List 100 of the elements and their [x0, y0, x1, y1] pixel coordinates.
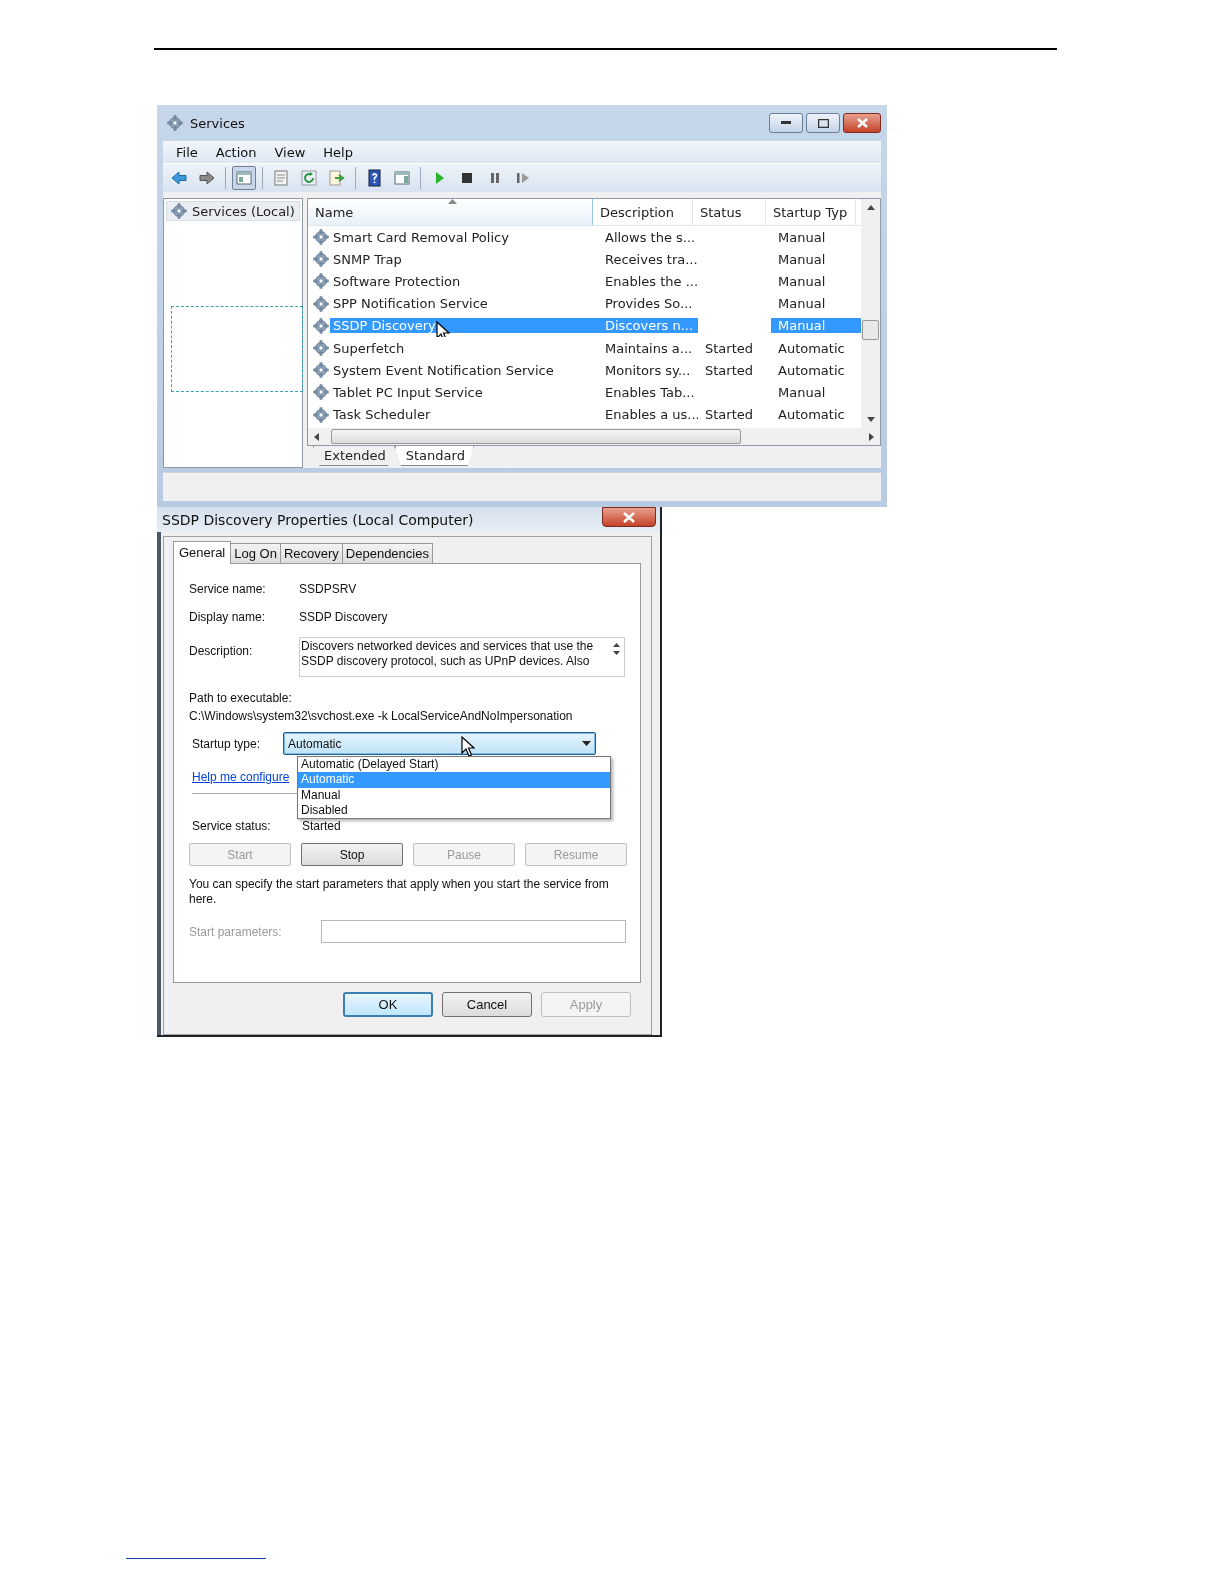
field-value: SSDPSRV [299, 582, 357, 596]
tab[interactable]: Dependencies [341, 543, 433, 563]
column-header[interactable]: Name [308, 199, 593, 225]
field-label: Service name: [189, 582, 267, 596]
table-cell-text: Automatic [777, 407, 846, 423]
forward-arrow-icon [198, 169, 216, 187]
dropdown-arrow-icon [582, 741, 592, 746]
close-icon [623, 511, 635, 523]
table-cell-text: Manual [777, 229, 827, 245]
scroll-up-icon [612, 643, 620, 647]
table-cell-text: Manual [777, 296, 827, 312]
table-cell-text: Automatic [777, 340, 846, 356]
table-cell-text: SPP Notification Service [332, 296, 489, 312]
table-cell-text: Tablet PC Input Service [332, 384, 484, 400]
window-title: Services [190, 115, 246, 131]
service-row[interactable]: SPP Notification Service Provides So... Manual [308, 292, 861, 315]
gear-icon [313, 317, 329, 334]
table-cell-text: SNMP Trap [332, 251, 403, 267]
menu-item[interactable]: Help [316, 144, 360, 160]
service-row[interactable]: Tablet PC Input Service Enables Tab... Manual [308, 381, 861, 404]
field-value: Started [302, 819, 341, 833]
table-cell-text: Provides So... [604, 296, 694, 312]
dropdown-option[interactable]: Automatic (Delayed Start) [298, 757, 610, 773]
scroll-down-icon [866, 417, 875, 422]
scrollbar-thumb[interactable] [331, 429, 741, 444]
field-label: Path to executable: [189, 691, 293, 705]
field-value: SSDP Discovery [299, 610, 388, 624]
scroll-up-icon [866, 205, 875, 210]
description-box[interactable]: Discovers networked devices and services that use the SSDP discovery protocol, such as UPnP devices. Also [299, 637, 625, 677]
gear-icon [171, 203, 187, 219]
gear-icon [167, 115, 183, 131]
dialog-title: SSDP Discovery Properties (Local Computer) [162, 511, 474, 528]
table-cell-text: Maintains a... [604, 340, 694, 356]
table-cell-text: Smart Card Removal Policy [332, 229, 510, 245]
menu-item[interactable]: Action [208, 144, 264, 160]
field-label: Description: [189, 643, 254, 658]
export-list-icon [328, 169, 346, 187]
minimize-button[interactable] [769, 113, 803, 133]
minimize-icon [781, 121, 791, 125]
view-tab[interactable]: Standard [394, 446, 474, 466]
table-cell-text: Monitors sy... [604, 362, 692, 378]
table-cell-text: Manual [777, 384, 827, 400]
service-row[interactable]: Superfetch Maintains a... Started Automatic [308, 336, 861, 360]
tree-item[interactable]: Services (Local) [166, 201, 300, 221]
service-row[interactable]: System Event Notification Service Monitors sy... Started Automatic [308, 359, 861, 382]
gear-icon [313, 295, 329, 312]
instruction-text: You can specify the start parameters that apply when you start the service from here. [189, 877, 610, 907]
tab[interactable]: General [173, 541, 232, 564]
service-control-button[interactable]: Stop [301, 843, 403, 866]
service-row[interactable]: Software Protection Enables the ... Manual [308, 270, 861, 293]
gear-icon [313, 251, 329, 268]
column-header[interactable]: Status [693, 199, 766, 225]
table-cell-text: Superfetch [332, 340, 406, 356]
scroll-right-icon [869, 432, 874, 441]
scrollbar-thumb[interactable] [862, 320, 879, 340]
service-row[interactable]: SNMP Trap Receives tra... Manual [308, 248, 861, 271]
gear-icon [313, 406, 329, 423]
sort-arrow-icon [448, 199, 457, 204]
table-cell-text: Manual [777, 273, 827, 289]
action-pane-icon [393, 169, 411, 187]
column-header[interactable]: Startup Typ [766, 199, 856, 225]
field-label: Service status: [192, 819, 272, 833]
field-label: Startup type: [192, 736, 261, 751]
horizontal-scrollbar[interactable] [308, 428, 880, 445]
tab[interactable]: Log On [230, 543, 281, 563]
close-button[interactable] [602, 507, 656, 527]
service-row[interactable]: Task Scheduler Enables a us... Started Automatic [308, 403, 861, 426]
table-cell-text: Task Scheduler [332, 407, 432, 423]
table-cell-text: Software Protection [332, 273, 462, 289]
dialog-button[interactable]: OK [343, 992, 433, 1017]
menu-item[interactable]: View [267, 144, 313, 160]
dropdown-option[interactable]: Disabled [298, 802, 610, 819]
dialog-button[interactable]: Cancel [442, 992, 532, 1017]
startup-type-dropdown[interactable]: Automatic [283, 732, 597, 755]
dropdown-option[interactable]: Manual [298, 787, 610, 803]
table-cell-text: Started [704, 362, 754, 378]
field-label: Display name: [189, 610, 267, 624]
tab[interactable]: Recovery [279, 543, 343, 563]
view-tab[interactable]: Extended [313, 446, 395, 466]
menu-item[interactable]: File [169, 144, 205, 160]
table-cell: Manual [771, 318, 861, 334]
refresh-icon [300, 169, 318, 187]
gear-icon [313, 229, 329, 246]
close-icon [856, 118, 868, 128]
path-value: C:\Windows\system32\svchost.exe -k LocalServiceAndNoImpersonation [189, 709, 574, 723]
table-cell-text: Enables a us... [604, 407, 698, 423]
service-row[interactable]: Smart Card Removal Policy Allows the s... Manual [308, 226, 861, 249]
vertical-scrollbar[interactable] [861, 199, 880, 428]
table-cell: SSDP Discovery [330, 318, 598, 334]
table-cell-text: Automatic [777, 362, 846, 378]
table-cell-text: System Event Notification Service [332, 362, 555, 378]
table-cell-text: Started [704, 407, 754, 423]
maximize-button[interactable] [806, 113, 840, 133]
gear-icon [313, 384, 329, 401]
table-cell-text: Enables the ... [604, 273, 698, 289]
scroll-down-icon [612, 651, 620, 655]
close-button[interactable] [843, 113, 881, 133]
table-cell-text: Manual [777, 251, 827, 267]
column-header[interactable]: Description [593, 199, 693, 225]
field-label: Start parameters: [189, 924, 283, 939]
